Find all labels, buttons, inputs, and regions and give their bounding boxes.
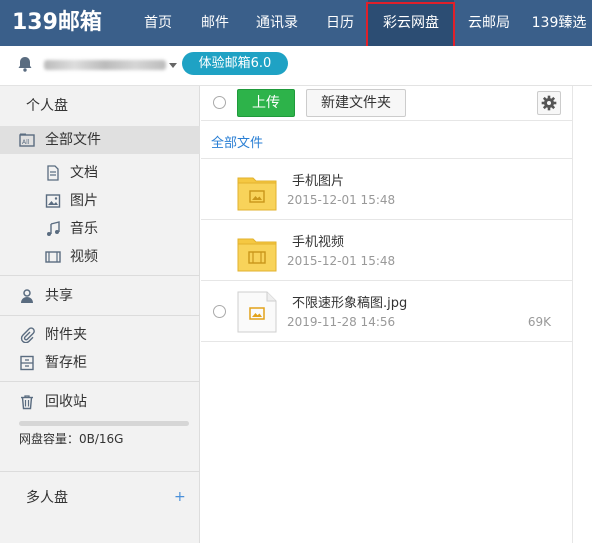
trial-mailbox-badge[interactable]: 体验邮箱6.0	[182, 52, 288, 75]
sidebar-divider	[0, 381, 200, 382]
nav-home[interactable]: 首页	[128, 0, 188, 46]
file-name[interactable]: 手机图片	[292, 170, 344, 189]
nav-mail[interactable]: 邮件	[188, 0, 242, 46]
file-size: 69K	[527, 315, 551, 329]
toolbar: 上传 新建文件夹	[201, 86, 572, 121]
sidebar-item-label: 暂存柜	[45, 355, 87, 371]
sidebar-item-images[interactable]: 图片	[0, 187, 200, 215]
sidebar-personal-disk[interactable]: 个人盘	[0, 92, 200, 120]
gear-icon	[541, 95, 557, 111]
sidebar-multi-disk[interactable]: 多人盘	[0, 484, 200, 512]
sidebar-item-label: 附件夹	[45, 327, 87, 343]
sidebar-item-label: 全部文件	[45, 132, 101, 148]
breadcrumb-divider	[201, 158, 572, 159]
user-account[interactable]	[44, 60, 166, 70]
image-icon	[45, 194, 61, 208]
upload-button[interactable]: 上传	[237, 89, 295, 117]
new-folder-button[interactable]: 新建文件夹	[306, 89, 406, 117]
sidebar-item-recycle[interactable]: 回收站	[0, 388, 200, 416]
file-date: 2015-12-01 15:48	[287, 193, 396, 207]
sidebar-item-label: 多人盘	[26, 490, 68, 506]
sidebar-item-label: 图片	[70, 193, 98, 209]
sidebar-item-label: 个人盘	[26, 98, 68, 114]
select-all-checkbox[interactable]	[213, 96, 226, 109]
logo[interactable]: 139邮箱	[12, 8, 102, 38]
trash-icon	[21, 395, 33, 410]
file-date: 2019-11-28 14:56	[287, 315, 396, 329]
sidebar-item-share[interactable]: 共享	[0, 282, 200, 310]
sidebar-item-label: 文档	[70, 165, 98, 181]
svg-text:All: All	[22, 139, 30, 146]
bell-icon[interactable]	[16, 55, 34, 73]
document-icon	[47, 165, 59, 181]
capacity-text: 网盘容量：0B/16G	[19, 432, 124, 446]
breadcrumb[interactable]: 全部文件	[211, 132, 263, 151]
main-nav: 首页 邮件 通讯录 日历 彩云网盘 云邮局 139臻选	[128, 0, 592, 46]
nav-selection[interactable]: 139臻选	[524, 0, 592, 46]
sidebar-item-label: 视频	[70, 249, 98, 265]
video-icon	[45, 251, 61, 263]
sidebar-item-attachments[interactable]: 附件夹	[0, 321, 200, 349]
sidebar: 个人盘 All 全部文件 文档 图片 音乐 视频 共享 附件夹 暂存柜 回收站 …	[0, 86, 200, 543]
paperclip-icon	[20, 327, 35, 343]
chevron-down-icon[interactable]	[169, 63, 177, 68]
top-nav-bar: 139邮箱 首页 邮件 通讯录 日历 彩云网盘 云邮局 139臻选	[0, 0, 592, 46]
pane-divider	[572, 86, 573, 543]
sidebar-item-music[interactable]: 音乐	[0, 215, 200, 243]
sidebar-item-label: 回收站	[45, 394, 87, 410]
sidebar-item-label: 共享	[45, 288, 73, 304]
image-file-icon	[237, 291, 277, 333]
row-checkbox[interactable]	[213, 305, 226, 318]
sub-bar: 体验邮箱6.0	[0, 46, 592, 86]
file-row[interactable]: 手机视频 2015-12-01 15:48	[201, 221, 572, 281]
folder-video-icon	[237, 238, 277, 272]
add-multi-disk-button[interactable]: +	[174, 489, 186, 505]
file-date: 2015-12-01 15:48	[287, 254, 396, 268]
file-row[interactable]: 手机图片 2015-12-01 15:48	[201, 160, 572, 220]
folder-image-icon	[237, 177, 277, 211]
sidebar-divider	[0, 315, 200, 316]
nav-calendar[interactable]: 日历	[312, 0, 368, 46]
cabinet-icon	[20, 355, 34, 371]
nav-cloud-disk[interactable]: 彩云网盘	[368, 0, 454, 46]
share-user-icon	[21, 289, 33, 303]
main-content: 上传 新建文件夹 全部文件 手机图片 2015-12-01 15:48 手机视频…	[201, 86, 592, 543]
sidebar-item-all-files[interactable]: All 全部文件	[0, 126, 200, 154]
sidebar-item-documents[interactable]: 文档	[0, 159, 200, 187]
capacity-bar	[19, 421, 189, 426]
file-name[interactable]: 手机视频	[292, 231, 344, 250]
file-name[interactable]: 不限速形象稿图.jpg	[292, 292, 407, 311]
settings-button[interactable]	[537, 91, 561, 115]
file-row[interactable]: 不限速形象稿图.jpg 2019-11-28 14:56 69K	[201, 282, 572, 342]
nav-contacts[interactable]: 通讯录	[242, 0, 312, 46]
music-icon	[47, 221, 60, 236]
sidebar-divider	[0, 275, 200, 276]
all-files-icon: All	[19, 133, 35, 147]
nav-cloud-post[interactable]: 云邮局	[454, 0, 524, 46]
sidebar-item-temp-cabinet[interactable]: 暂存柜	[0, 349, 200, 377]
sidebar-item-label: 音乐	[70, 221, 98, 237]
sidebar-divider	[0, 471, 200, 472]
sidebar-item-videos[interactable]: 视频	[0, 243, 200, 271]
